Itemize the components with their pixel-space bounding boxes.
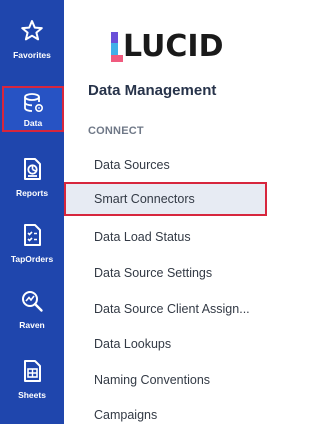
menu-item-data-source-client-assign[interactable]: Data Source Client Assign... [64,292,268,326]
reports-icon [24,158,41,180]
menu-item-data-sources[interactable]: Data Sources [64,148,268,182]
rail-item-label: Data [23,118,43,128]
rail-item-label: Sheets [18,390,46,400]
menu-item-smart-connectors[interactable]: Smart Connectors [64,182,267,216]
group-label-connect: CONNECT [88,125,144,137]
rail-item-reports[interactable]: Reports [0,142,64,208]
rail-item-taporders[interactable]: TapOrders [0,208,64,274]
rail-item-label: Favorites [13,50,51,60]
sheets-icon [24,360,41,382]
rail-item-favorites[interactable]: Favorites [0,4,64,70]
menu-item-campaigns[interactable]: Campaigns [64,398,268,432]
star-icon [21,20,43,41]
rail-item-label: TapOrders [10,254,54,264]
lucid-logo-wordmark: LUCID [123,29,224,64]
lucid-logo: LUCID [111,26,224,62]
rail-item-sheets[interactable]: Sheets [0,344,64,410]
data-management-panel: LUCID Data Management CONNECT Data Sourc… [64,0,268,424]
menu-item-data-load-status[interactable]: Data Load Status [64,220,268,254]
rail-item-raven[interactable]: Raven [0,274,64,340]
left-nav-rail: Favorites Data Reports TapOrders Raven S… [0,0,64,424]
menu-item-data-lookups[interactable]: Data Lookups [64,327,268,361]
rail-item-label: Raven [19,320,45,330]
menu-item-naming-conventions[interactable]: Naming Conventions [64,363,268,397]
page-title: Data Management [88,82,217,99]
database-icon [24,93,44,113]
rail-item-label: Reports [15,188,49,198]
checklist-icon [24,224,41,246]
rail-item-data[interactable]: Data [2,86,64,132]
raven-search-icon [22,291,43,312]
menu-item-data-source-settings[interactable]: Data Source Settings [64,256,268,290]
lucid-logo-mark [111,32,123,62]
